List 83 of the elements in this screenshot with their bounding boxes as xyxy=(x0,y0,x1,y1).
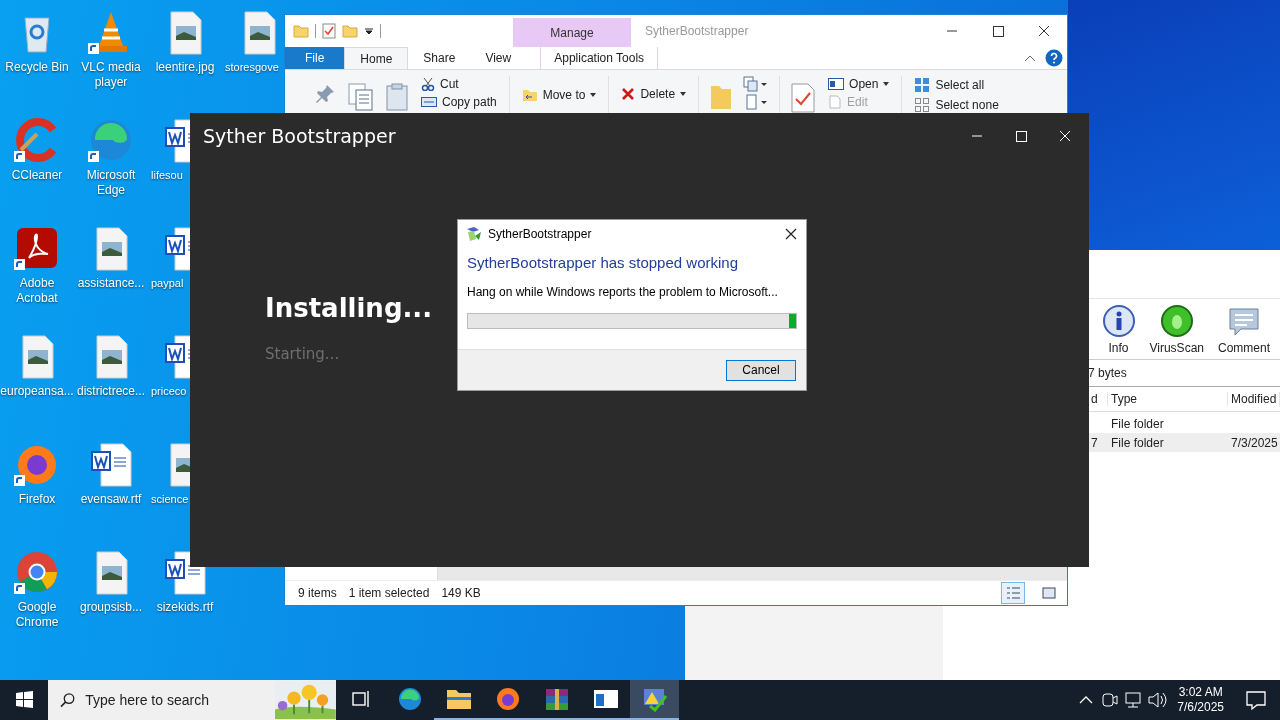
archive-icon xyxy=(543,686,570,712)
ribbon-tab[interactable]: Share xyxy=(408,47,471,69)
context-tab-header: Manage xyxy=(513,18,631,47)
installer-icon xyxy=(641,686,668,712)
info-icon xyxy=(1101,303,1136,338)
scissors-icon xyxy=(421,77,435,91)
window-title: SytherBootstrapper xyxy=(645,24,749,38)
desktop-icon-label: europeansa... xyxy=(0,384,74,399)
column-header[interactable]: Type xyxy=(1108,392,1228,406)
cancel-button[interactable]: Cancel xyxy=(726,359,796,381)
ribbon-tab[interactable]: Home xyxy=(344,47,409,69)
help-icon[interactable] xyxy=(1045,49,1063,67)
table-cell: File folder xyxy=(1111,416,1164,431)
dialog-heading: SytherBootstrapper has stopped working xyxy=(467,254,739,271)
desktop-icon-label: science xyxy=(150,492,189,507)
copy-to-icon[interactable] xyxy=(743,76,770,92)
browser-icon xyxy=(396,686,423,712)
cross-icon xyxy=(621,87,636,101)
desktop-icon-label: leentire.jpg xyxy=(154,60,216,75)
collapse-ribbon-icon[interactable] xyxy=(1023,53,1037,63)
table-cell: 7 xyxy=(1091,435,1098,450)
select-all-button[interactable]: Select all xyxy=(912,76,1001,94)
open-button[interactable]: Open xyxy=(826,76,892,92)
window-icon xyxy=(592,688,619,710)
item-count: 9 items xyxy=(298,586,337,600)
desktop-icon-label: paypal xyxy=(150,276,184,291)
dropdown-arrow-icon[interactable] xyxy=(364,26,374,36)
desktop-icon-label: Recycle Bin xyxy=(4,60,70,75)
toolbar-button[interactable]: Comment xyxy=(1214,303,1274,355)
desktop-icon-label: evensaw.rtf xyxy=(79,492,143,507)
taskbar-clock[interactable]: 3:02 AM 7/6/2025 xyxy=(1169,685,1232,715)
selection-status: 1 item selected xyxy=(348,586,430,600)
browser-icon xyxy=(494,686,521,712)
selection-size: 149 KB xyxy=(441,586,481,600)
rename-icon[interactable] xyxy=(743,94,770,110)
address-field[interactable]: 7 bytes xyxy=(1088,366,1127,380)
toolbar-button[interactable]: VirusScan xyxy=(1145,303,1208,355)
column-header[interactable]: Modified xyxy=(1228,392,1280,406)
window-icon xyxy=(828,78,845,90)
path-icon xyxy=(421,97,437,107)
close-icon[interactable] xyxy=(784,227,798,241)
desktop-icon-label: lifesou xyxy=(150,168,183,183)
folder-icon xyxy=(521,87,538,103)
file-row[interactable]: File folder xyxy=(1088,414,1280,433)
delete-button[interactable]: Delete xyxy=(619,86,689,102)
search-field[interactable]: Type here to search xyxy=(83,691,268,709)
status-text: Starting... xyxy=(265,345,340,363)
move-to-button[interactable]: Move to xyxy=(519,86,599,104)
desktop-icon-label: groupsisb... xyxy=(78,600,143,615)
taskbar-app-button[interactable] xyxy=(630,680,679,720)
properties-icon[interactable] xyxy=(790,82,817,114)
ribbon-tab[interactable]: View xyxy=(470,47,527,69)
desktop-icon-label: VLC media player xyxy=(80,60,142,90)
desktop-icon-label: priceco xyxy=(150,384,187,399)
ribbon-tab[interactable]: File xyxy=(285,47,345,69)
desktop-icon-label: CCleaner xyxy=(10,168,64,183)
cut-button[interactable]: Cut xyxy=(419,76,499,92)
folder-icon xyxy=(445,688,472,710)
copy-path-button[interactable]: Copy path xyxy=(419,94,499,110)
desktop-icon-label: sizekids.rtf xyxy=(155,600,215,615)
window-title: Syther Bootstrapper xyxy=(203,125,396,147)
installing-heading: Installing... xyxy=(265,293,433,323)
desktop-icon-label: assistance... xyxy=(76,276,146,291)
toolbar-button[interactable]: Info xyxy=(1097,303,1140,355)
empty-grid-icon xyxy=(914,97,931,113)
desktop-icon-label: districtrece... xyxy=(76,384,146,399)
search-bar[interactable]: Type here to search xyxy=(48,680,336,720)
dialog-message: Hang on while Windows reports the problem to Microsoft... xyxy=(467,285,779,299)
file-row[interactable]: 7 File folder 7/3/2025 xyxy=(1088,433,1280,452)
desktop-icon-label: storesgove xyxy=(224,60,279,75)
dialog-title: SytherBootstrapper xyxy=(488,227,592,241)
task-view-icon xyxy=(349,688,372,710)
search-icon xyxy=(60,692,76,708)
table-cell: 7/3/2025 xyxy=(1231,435,1278,450)
desktop-icon-label: Adobe Acrobat xyxy=(15,276,59,306)
select-none-button[interactable]: Select none xyxy=(912,96,1001,114)
app-icon xyxy=(466,226,482,242)
desktop-icon-label: Microsoft Edge xyxy=(85,168,137,198)
desktop-icon-label: Google Chrome xyxy=(14,600,60,630)
grid-icon xyxy=(914,77,931,93)
document-icon xyxy=(828,95,843,109)
table-cell: File folder xyxy=(1111,435,1164,450)
desktop-icon-label: Firefox xyxy=(17,492,57,507)
